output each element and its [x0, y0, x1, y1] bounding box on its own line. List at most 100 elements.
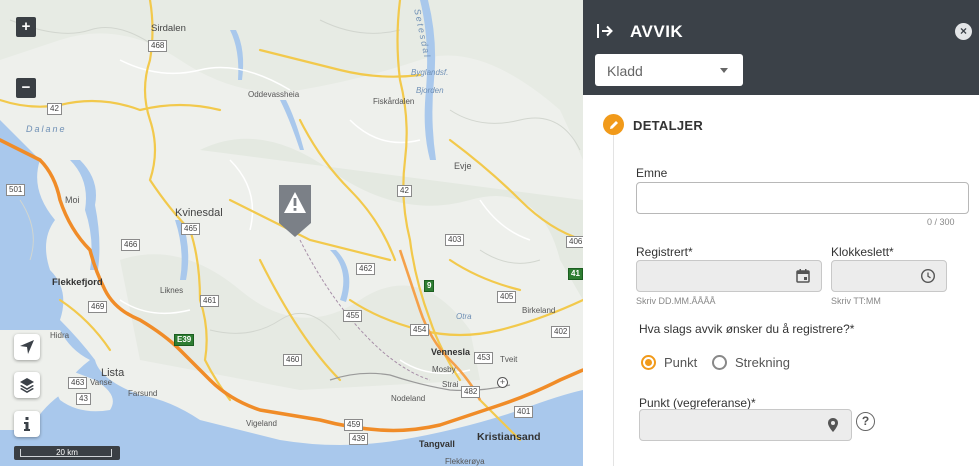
road-shield: 482 [461, 386, 481, 398]
road-shield: 465 [181, 223, 201, 235]
app-root: Sirdalen Oddevassheia Fiskårdalen Byglan… [0, 0, 979, 466]
radio-strekning-label: Strekning [735, 355, 790, 370]
registrert-label: Registrert* [636, 245, 693, 259]
zoom-in-button[interactable]: + [16, 17, 36, 37]
place-label: Flekkefjord [52, 277, 103, 288]
emne-field[interactable] [636, 182, 969, 214]
klokkeslett-time-field[interactable] [831, 260, 947, 292]
radio-strekning[interactable]: Strekning [712, 355, 790, 370]
registrert-date-field[interactable] [636, 260, 822, 292]
panel-header: AVVIK × Kladd [583, 0, 979, 95]
place-label: Moi [65, 195, 80, 205]
punkt-label: Punkt (vegreferanse)* [639, 396, 756, 410]
road-shield: 460 [283, 354, 303, 366]
road-shield: 9 [424, 280, 435, 292]
water-label: Byglandsf. [411, 68, 449, 77]
road-shield: 466 [121, 239, 141, 251]
road-shield: 402 [551, 326, 571, 338]
registrert-hint: Skriv DD.MM.ÅÅÅÅ [636, 296, 716, 306]
place-label: Tangvall [419, 439, 455, 449]
warning-marker-icon[interactable] [279, 185, 311, 237]
klokkeslett-label: Klokkeslett* [831, 245, 894, 259]
radio-strekning-indicator[interactable] [712, 355, 727, 370]
place-label: Oddevassheia [248, 90, 300, 99]
place-label: Vennesla [431, 347, 471, 357]
place-label: Strai [442, 380, 459, 389]
place-label: Kvinesdal [175, 207, 223, 219]
road-shield: 42 [47, 103, 62, 115]
map-view[interactable]: Sirdalen Oddevassheia Fiskårdalen Byglan… [0, 0, 583, 466]
water-label: Bjorden [416, 86, 444, 95]
road-shield: 403 [445, 234, 465, 246]
place-label: Dalane [26, 124, 67, 134]
place-label: Farsund [128, 389, 158, 398]
layers-button[interactable] [14, 372, 40, 398]
section-badge [603, 114, 624, 135]
hospital-icon: + [497, 377, 508, 388]
layers-icon [20, 378, 34, 393]
place-label: Hidra [50, 331, 70, 340]
road-shield: 453 [474, 352, 494, 364]
place-label: Tveit [500, 355, 518, 364]
pencil-icon [609, 120, 618, 129]
place-label: Birkeland [522, 306, 556, 315]
place-label: Evje [454, 161, 472, 171]
road-shield: 463 [68, 377, 88, 389]
place-label: Mosby [432, 365, 456, 374]
place-label: Vigeland [246, 419, 277, 428]
road-shield: 41 [568, 268, 583, 280]
map-pin-icon[interactable] [825, 417, 841, 433]
radio-punkt-label: Punkt [664, 355, 698, 370]
water-label: Otra [456, 312, 472, 321]
help-icon[interactable]: ? [856, 412, 875, 431]
location-arrow-icon [20, 340, 34, 354]
place-label: Flekkerøya [445, 457, 485, 466]
close-button[interactable]: × [955, 23, 972, 40]
place-label: Kristiansand [477, 431, 541, 443]
place-label: Liknes [160, 286, 184, 295]
status-select[interactable]: Kladd [595, 54, 743, 86]
road-shield: 439 [349, 433, 369, 445]
road-shield: E39 [174, 334, 195, 346]
place-label: Vanse [90, 378, 113, 387]
deviation-type-question: Hva slags avvik ønsker du å registrere?* [639, 322, 855, 336]
road-shield: 43 [76, 393, 91, 405]
collapse-panel-icon[interactable] [595, 21, 615, 41]
emne-counter: 0 / 300 [927, 217, 955, 227]
deviation-panel: AVVIK × Kladd DETALJER Emne 0 / 300 Regi… [583, 0, 979, 466]
road-shield: 461 [200, 295, 220, 307]
place-label: Nodeland [391, 394, 426, 403]
road-shield: 459 [344, 419, 364, 431]
info-button[interactable] [14, 411, 40, 437]
vegreferanse-field[interactable] [639, 409, 852, 441]
status-value: Kladd [607, 63, 643, 79]
road-shield: 401 [514, 406, 534, 418]
place-label: Fiskårdalen [373, 97, 415, 106]
road-shield: 406 [566, 236, 583, 248]
locate-button[interactable] [14, 334, 40, 360]
panel-title: AVVIK [630, 22, 684, 41]
road-shield: 455 [343, 310, 363, 322]
road-shield: 42 [397, 185, 412, 197]
section-timeline [613, 124, 614, 466]
emne-input[interactable] [637, 183, 968, 213]
klokkeslett-hint: Skriv TT:MM [831, 296, 881, 306]
place-label: Sirdalen [151, 23, 186, 34]
road-shield: 462 [356, 263, 376, 275]
road-shield: 469 [88, 301, 108, 313]
radio-punkt[interactable]: Punkt [641, 355, 697, 370]
section-title: DETALJER [633, 118, 704, 133]
chevron-down-icon [720, 68, 728, 73]
scale-bar: 20 km [14, 446, 120, 460]
radio-punkt-indicator[interactable] [641, 355, 656, 370]
clock-icon[interactable] [920, 268, 936, 284]
scale-label: 20 km [56, 448, 78, 457]
zoom-out-button[interactable]: − [16, 78, 36, 98]
calendar-icon[interactable] [795, 268, 811, 284]
road-shield: 468 [148, 40, 168, 52]
road-shield: 405 [497, 291, 517, 303]
emne-label: Emne [636, 166, 668, 180]
road-shield: 501 [6, 184, 26, 196]
info-icon [24, 417, 30, 431]
road-shield: 454 [410, 324, 430, 336]
